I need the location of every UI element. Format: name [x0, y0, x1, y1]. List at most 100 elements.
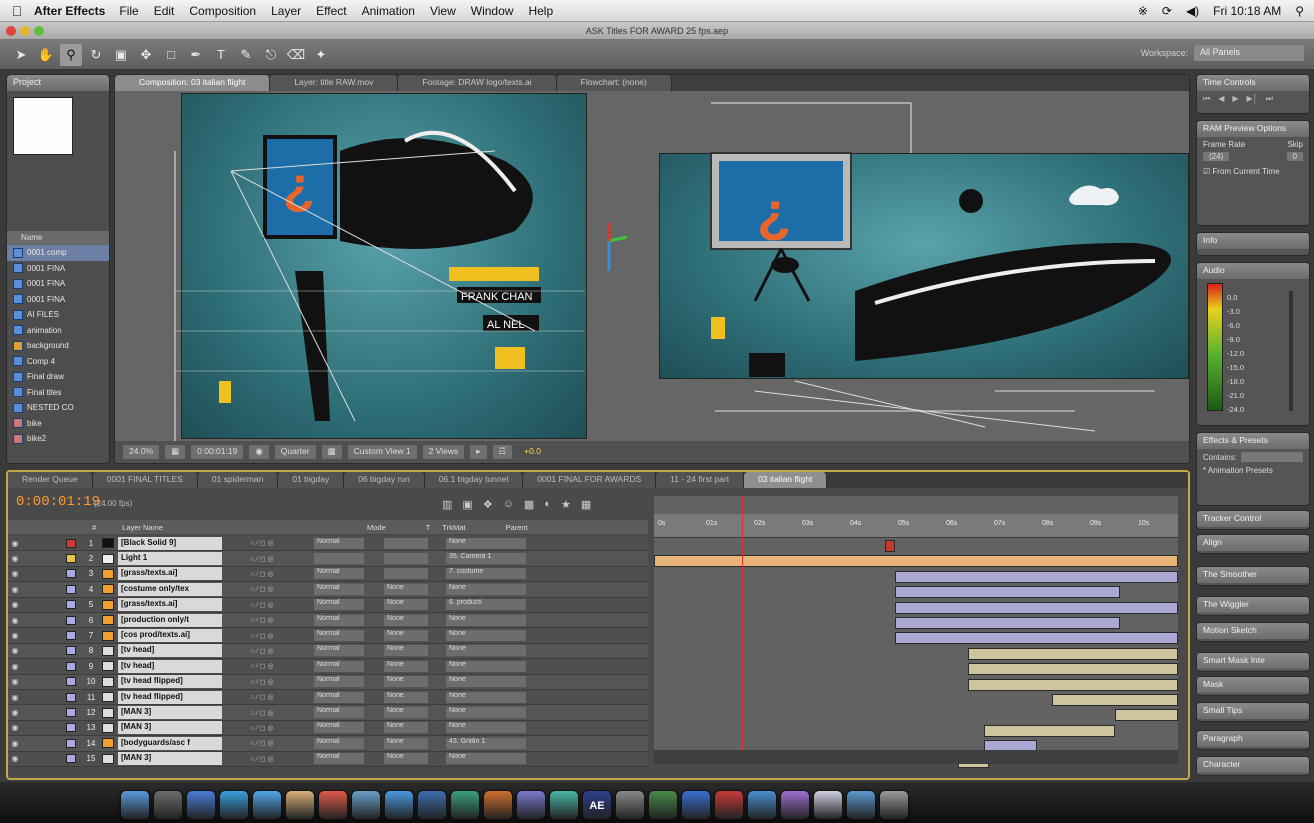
finder-icon[interactable] [120, 790, 150, 820]
layer-switches[interactable]: ○ ∕ ◻ ◎ [222, 570, 302, 578]
audio-tab[interactable]: Audio [1197, 263, 1309, 279]
project-item[interactable]: animation [7, 323, 109, 339]
selection-tool-icon[interactable]: ➤ [10, 44, 32, 66]
layer-duration-bar[interactable] [895, 601, 1178, 614]
3d-view-select[interactable]: Custom View 1 [347, 445, 417, 459]
parent-select[interactable]: None [446, 676, 526, 688]
track-matte-select[interactable] [384, 568, 428, 580]
blend-mode-select[interactable]: Normal [314, 537, 364, 549]
eye-icon[interactable]: ◉ [8, 677, 22, 686]
tab-comp[interactable]: 01 bigday [278, 472, 345, 488]
project-tab[interactable]: Project [7, 75, 109, 91]
label-color-swatch[interactable] [66, 708, 76, 718]
parent-select[interactable]: 35. Camera 1 [446, 553, 526, 565]
grapher-icon[interactable] [549, 790, 579, 820]
blend-mode-select[interactable]: Normal [314, 691, 364, 703]
tab-comp-active[interactable]: 03 italian flight [744, 472, 828, 488]
dashboard-icon[interactable] [153, 790, 183, 820]
photo-booth-icon[interactable] [483, 790, 513, 820]
fast-preview-icon[interactable]: ▸ [470, 445, 487, 459]
eye-icon[interactable]: ◉ [8, 569, 22, 578]
layer-switches[interactable]: ○ ∕ ◻ ◎ [222, 585, 302, 593]
layer-duration-bar[interactable] [895, 617, 1121, 629]
tab-flowchart[interactable]: Flowchart: (none) [556, 75, 672, 91]
effects-presets-tab[interactable]: Effects & Presets [1197, 433, 1309, 449]
project-item[interactable]: Final draw [7, 369, 109, 385]
track-matte-select[interactable]: None [384, 753, 428, 765]
view-layout-select[interactable]: 2 Views [422, 445, 465, 459]
layer-row[interactable]: ◉ 8 [tv head] ○ ∕ ◻ ◎ Normal None None [8, 643, 648, 660]
layer-name[interactable]: [tv head flipped] [118, 690, 222, 704]
column-trkmat[interactable]: TrkMat [442, 523, 465, 532]
layer-name[interactable]: [Black Solid 9] [118, 536, 222, 550]
track-matte-select[interactable] [384, 553, 428, 565]
track-matte-select[interactable]: None [384, 614, 428, 626]
tracker-tab[interactable]: Tracker Control [1197, 511, 1309, 527]
layer-row[interactable]: ◉ 1 [Black Solid 9] ○ ∕ ◻ ◎ Normal None [8, 536, 648, 552]
parent-select[interactable]: None [446, 614, 526, 626]
magnification-select[interactable]: 24.0% [123, 445, 160, 459]
label-color-swatch[interactable] [66, 569, 76, 579]
frame-blending-icon[interactable]: ▩ [524, 498, 534, 511]
blend-mode-select[interactable]: Normal [314, 676, 364, 688]
layer-switches[interactable]: ○ ∕ ◻ ◎ [222, 601, 302, 609]
documents-icon[interactable] [780, 790, 810, 820]
track-matte-select[interactable]: None [384, 645, 428, 657]
label-color-swatch[interactable] [66, 723, 76, 733]
brainstorm-icon[interactable]: ★ [561, 498, 571, 511]
layer-switches[interactable]: ○ ∕ ◻ ◎ [222, 555, 302, 563]
tab-comp[interactable]: 0001 FINAL TITLES [92, 472, 198, 488]
project-item[interactable]: Final ttles [7, 385, 109, 401]
layer-duration-bar[interactable] [1052, 694, 1178, 706]
blend-mode-select[interactable]: Normal [314, 707, 364, 719]
motion-sketch-tab[interactable]: Motion Sketch [1197, 623, 1309, 639]
shy-icon[interactable]: ☺ [503, 498, 514, 511]
grid-toggle-icon[interactable]: ▦ [165, 445, 186, 459]
menu-composition[interactable]: Composition [189, 4, 256, 18]
prev-frame-icon[interactable]: ◀ [1218, 94, 1224, 104]
parent-select[interactable]: 43. Gridin 1 [446, 737, 526, 749]
resolution-select[interactable]: Quarter [274, 445, 316, 459]
spaces-icon[interactable] [417, 790, 447, 820]
eye-icon[interactable]: ◉ [8, 646, 22, 655]
eye-icon[interactable]: ◉ [8, 600, 22, 609]
label-color-swatch[interactable] [66, 584, 76, 594]
tab-render-queue[interactable]: Render Queue [8, 472, 93, 488]
blend-mode-select[interactable]: Normal [314, 645, 364, 657]
project-item[interactable]: 0001 FINA [7, 292, 109, 308]
info-tab[interactable]: Info [1197, 233, 1309, 249]
parent-select[interactable]: None [446, 583, 526, 595]
layer-switches[interactable]: ○ ∕ ◻ ◎ [222, 632, 302, 640]
parent-select[interactable]: None [446, 537, 526, 549]
address-book-icon[interactable] [285, 790, 315, 820]
tab-comp[interactable]: 01 spiderman [197, 472, 279, 488]
column-mode[interactable]: Mode [367, 523, 386, 532]
effects-search-input[interactable] [1240, 452, 1303, 462]
layer-switches[interactable]: ○ ∕ ◻ ◎ [222, 693, 302, 701]
smoother-tab[interactable]: The Smoother [1197, 567, 1309, 583]
layer-name[interactable]: [tv head] [118, 659, 222, 673]
align-tab[interactable]: Align [1197, 535, 1309, 551]
script-editor-icon[interactable] [516, 790, 546, 820]
ical-icon[interactable] [318, 790, 348, 820]
layer-switches[interactable]: ○ ∕ ◻ ◎ [222, 678, 302, 686]
track-matte-select[interactable]: None [384, 737, 428, 749]
pan-behind-tool-icon[interactable]: ✥ [135, 44, 157, 66]
eye-icon[interactable]: ◉ [8, 723, 22, 732]
eye-icon[interactable]: ◉ [8, 616, 22, 625]
layer-row[interactable]: ◉ 7 [cos prod/texts.ai] ○ ∕ ◻ ◎ Normal None No… [8, 628, 648, 644]
tab-comp[interactable]: 06 bigday run [344, 472, 425, 488]
layer-row[interactable]: ◉ 13 [MAN 3] ○ ∕ ◻ ◎ Normal None None [8, 720, 648, 737]
eye-icon[interactable]: ◉ [8, 539, 22, 548]
mail-icon[interactable] [186, 790, 216, 820]
menu-layer[interactable]: Layer [271, 4, 301, 18]
system-preferences-icon[interactable] [615, 790, 645, 820]
tab-comp[interactable]: 11 - 24 first part [656, 472, 745, 488]
project-item[interactable]: 0001 comp [7, 245, 109, 261]
parent-select[interactable]: None [446, 691, 526, 703]
column-layer-name[interactable]: Layer Name [122, 523, 163, 532]
apple-icon[interactable]:  [0, 3, 34, 19]
layer-name[interactable]: Light 1 [118, 552, 222, 566]
label-color-swatch[interactable] [66, 738, 76, 748]
layer-row[interactable]: ◉ 9 [tv head] ○ ∕ ◻ ◎ Normal None None [8, 659, 648, 675]
